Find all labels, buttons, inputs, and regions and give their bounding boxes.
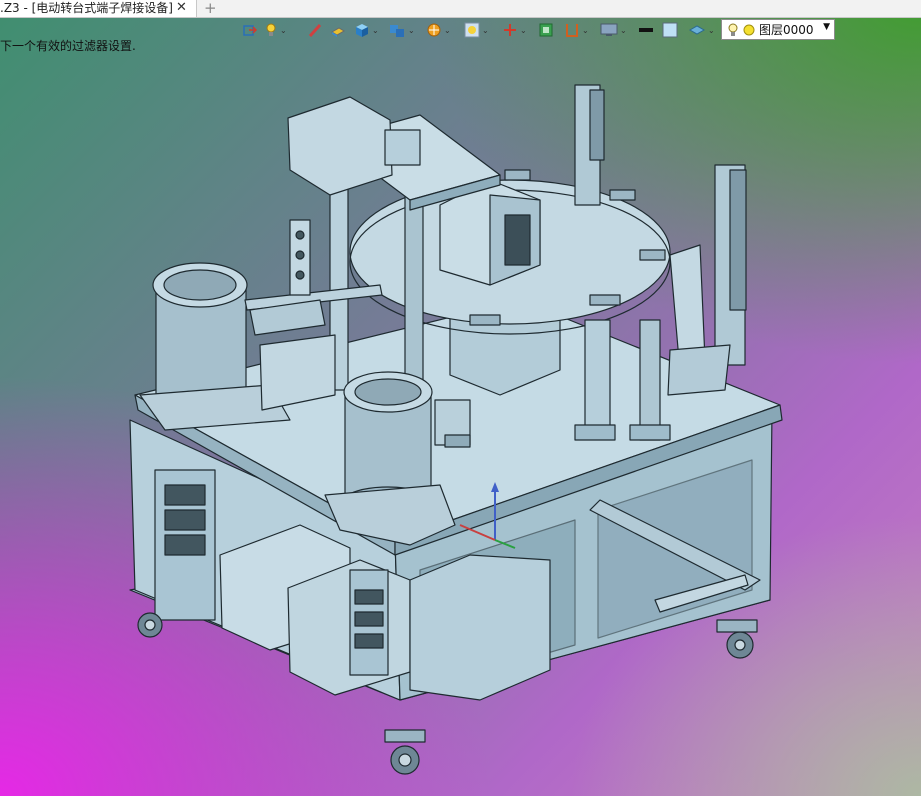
machine-model[interactable] bbox=[0, 0, 921, 796]
view-toolbar: ⌄ ⌄ ⌄ ⌄ ⌄ ⌄ ⌄ ⌄ ⌄ bbox=[238, 19, 721, 41]
document-tab-title: .Z3 - [电动转台式端子焊接设备] bbox=[0, 1, 173, 15]
layer-color-dot-icon bbox=[743, 24, 755, 35]
document-tab-bar: .Z3 - [电动转台式端子焊接设备] ✕ + bbox=[0, 0, 921, 18]
chevron-down-icon[interactable]: ⌄ bbox=[372, 26, 379, 35]
fill-color-icon[interactable] bbox=[662, 21, 678, 39]
chevron-down-icon[interactable]: ⌄ bbox=[482, 26, 489, 35]
chevron-down-icon[interactable]: ⌄ bbox=[708, 26, 715, 35]
lightbulb-icon bbox=[728, 23, 738, 36]
add-tab-icon[interactable]: + bbox=[204, 0, 217, 17]
layer-selector[interactable]: 图层0000 ▼ bbox=[721, 19, 835, 40]
solid-cube-icon[interactable]: ⌄ bbox=[354, 21, 379, 39]
layer-stack-icon[interactable]: ⌄ bbox=[688, 21, 715, 39]
insert-icon[interactable] bbox=[242, 21, 258, 39]
status-message: 下一个有效的过滤器设置. bbox=[0, 39, 136, 53]
monitor-icon[interactable]: ⌄ bbox=[600, 21, 627, 39]
chevron-down-icon[interactable]: ⌄ bbox=[444, 26, 451, 35]
chevron-down-icon[interactable]: ⌄ bbox=[408, 26, 415, 35]
frame-icon[interactable] bbox=[538, 21, 554, 39]
document-tab[interactable]: .Z3 - [电动转台式端子焊接设备] ✕ bbox=[0, 0, 197, 17]
3d-viewport[interactable]: .Z3 - [电动转台式端子焊接设备] ✕ + 下一个有效的过滤器设置. ⌄ ⌄… bbox=[0, 0, 921, 796]
face-icon[interactable] bbox=[330, 21, 346, 39]
cylinder-block bbox=[287, 96, 393, 196]
multi-cube-icon[interactable]: ⌄ bbox=[388, 21, 415, 39]
pen-icon[interactable] bbox=[308, 21, 322, 39]
axis-icon[interactable]: ⌄ bbox=[502, 21, 527, 39]
render-icon[interactable]: ⌄ bbox=[426, 21, 451, 39]
chevron-down-icon[interactable]: ▼ bbox=[823, 22, 830, 32]
electrical-cabinet bbox=[409, 554, 551, 701]
chevron-down-icon[interactable]: ⌄ bbox=[620, 26, 627, 35]
lightbulb-icon[interactable]: ⌄ bbox=[264, 21, 287, 39]
layer-name: 图层0000 bbox=[759, 23, 814, 37]
zoom-icon[interactable]: ⌄ bbox=[464, 21, 489, 39]
close-icon[interactable]: ✕ bbox=[176, 0, 187, 16]
chevron-down-icon[interactable]: ⌄ bbox=[520, 26, 527, 35]
chevron-down-icon[interactable]: ⌄ bbox=[280, 26, 287, 35]
bracket-icon[interactable]: ⌄ bbox=[564, 21, 589, 39]
chevron-down-icon[interactable]: ⌄ bbox=[582, 26, 589, 35]
line-color-icon[interactable] bbox=[638, 21, 654, 39]
